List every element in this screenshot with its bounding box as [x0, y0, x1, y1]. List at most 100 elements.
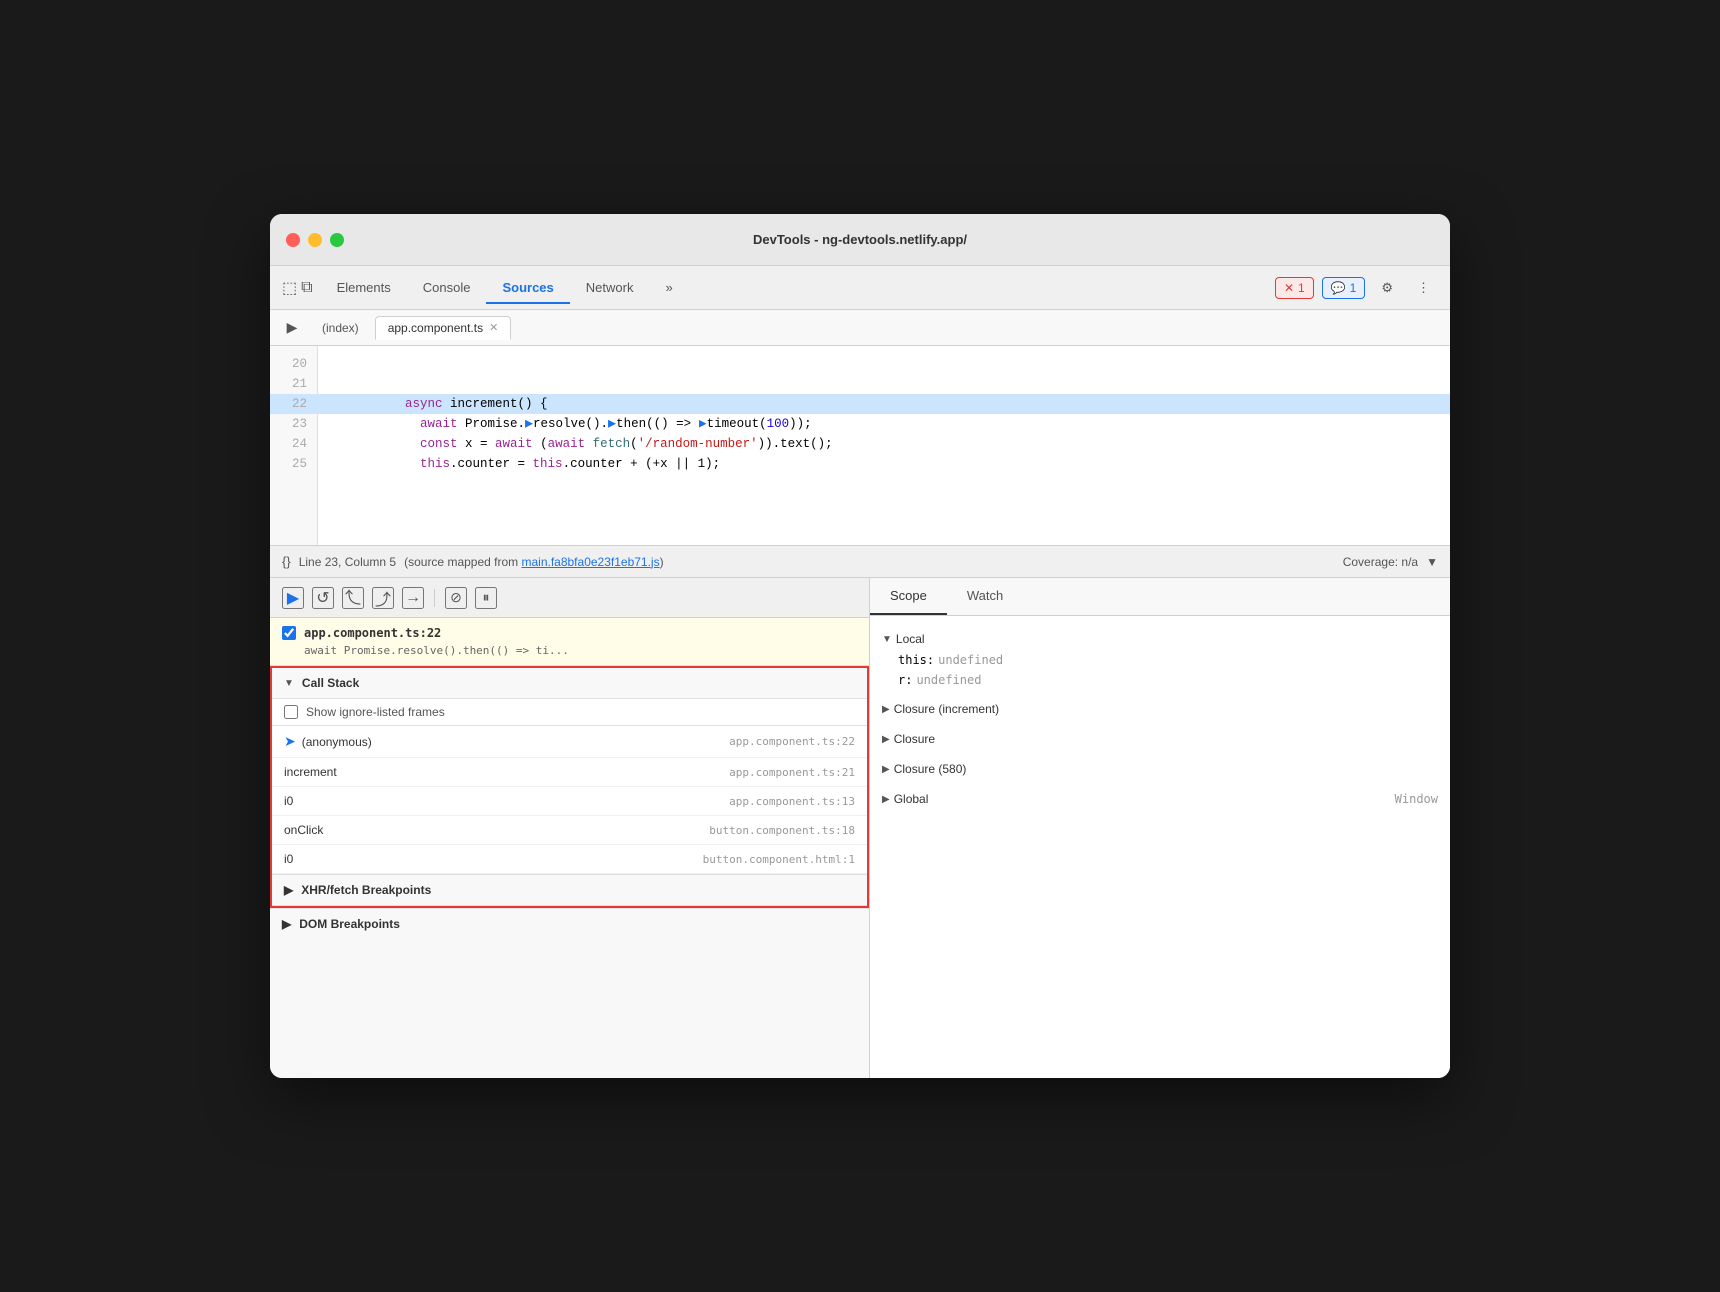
coverage-text: Coverage: n/a: [1343, 555, 1418, 569]
breakpoint-checkbox[interactable]: [282, 626, 296, 640]
maximize-button[interactable]: [330, 233, 344, 247]
global-arrow: ▶: [882, 794, 890, 805]
this-key: this:: [898, 653, 934, 667]
info-badge-button[interactable]: 💬 1: [1322, 277, 1366, 299]
closure-increment-label: Closure (increment): [894, 702, 999, 716]
scope-group-global: ▶ Global Window: [870, 784, 1450, 814]
right-panel: Scope Watch ▼ Local this: undefined: [870, 578, 1450, 1078]
call-stack-row-3[interactable]: onClick button.component.ts:18: [272, 816, 867, 845]
closure-580-label: Closure (580): [894, 762, 967, 776]
scope-global-header[interactable]: ▶ Global Window: [870, 788, 1450, 810]
file-tab-component[interactable]: app.component.ts ✕: [375, 316, 512, 340]
dom-bp-title: DOM Breakpoints: [299, 917, 400, 931]
scope-tabs: Scope Watch: [870, 578, 1450, 616]
tab-watch[interactable]: Watch: [947, 578, 1023, 615]
code-editor: 20 21 22 23 24 25 async increment() { aw…: [270, 346, 1450, 546]
call-stack-row-4[interactable]: i0 button.component.html:1: [272, 845, 867, 874]
info-count: 1: [1350, 281, 1357, 295]
source-map-link[interactable]: main.fa8bfa0e23f1eb71.js: [521, 555, 659, 569]
code-content[interactable]: async increment() { await Promise.resolv…: [318, 346, 1450, 545]
dom-bp-section: ▶ DOM Breakpoints: [270, 908, 869, 939]
tab-sources[interactable]: Sources: [486, 272, 569, 303]
xhr-arrow: ▶: [284, 883, 293, 897]
line-numbers: 20 21 22 23 24 25: [270, 346, 318, 545]
file-tabs: ▶ (index) app.component.ts ✕: [270, 310, 1450, 346]
file-tab-index[interactable]: (index): [310, 317, 371, 339]
line-num-25: 25: [270, 454, 317, 474]
ignore-frames-row: Show ignore-listed frames: [272, 699, 867, 726]
error-badge-button[interactable]: ✕ 1: [1275, 277, 1314, 299]
call-stack-title: Call Stack: [302, 676, 359, 690]
tab-elements[interactable]: Elements: [321, 272, 407, 303]
ignore-frames-label: Show ignore-listed frames: [306, 705, 445, 719]
resume-button[interactable]: ▶: [282, 587, 304, 609]
dom-bp-header[interactable]: ▶ DOM Breakpoints: [270, 909, 869, 939]
call-stack-row-2[interactable]: i0 app.component.ts:13: [272, 787, 867, 816]
pretty-print-icon[interactable]: {}: [282, 554, 291, 569]
scope-closure-580-header[interactable]: ▶ Closure (580): [870, 758, 1450, 780]
pause-on-exception-button[interactable]: ⏸: [475, 587, 497, 609]
call-stack-items: Show ignore-listed frames ➤ (anonymous) …: [272, 699, 867, 874]
cs-func-label-1: increment: [284, 765, 337, 779]
dom-bp-arrow: ▶: [282, 917, 291, 931]
call-stack-row-1[interactable]: increment app.component.ts:21: [272, 758, 867, 787]
breakpoint-code: await Promise.resolve().then(() => ti...: [282, 644, 857, 657]
main-toolbar: ⬚ ⧉ Elements Console Sources Network » ✕…: [270, 266, 1450, 310]
tab-console[interactable]: Console: [407, 272, 487, 303]
scope-item-this: this: undefined: [870, 650, 1450, 670]
file-tab-close[interactable]: ✕: [489, 321, 498, 334]
xhr-header[interactable]: ▶ XHR/fetch Breakpoints: [272, 875, 867, 906]
call-stack-arrow: ▼: [284, 678, 294, 689]
tab-more[interactable]: »: [649, 272, 688, 303]
more-button[interactable]: ⋮: [1409, 276, 1438, 300]
settings-button[interactable]: ⚙: [1373, 276, 1401, 300]
scope-closure-header[interactable]: ▶ Closure: [870, 728, 1450, 750]
scope-closure-increment-header[interactable]: ▶ Closure (increment): [870, 698, 1450, 720]
global-label: Global: [894, 792, 929, 806]
cs-file-0: app.component.ts:22: [729, 735, 855, 748]
r-val: undefined: [916, 673, 981, 687]
coverage-dropdown-icon[interactable]: ▼: [1426, 555, 1438, 569]
file-tab-index-label: (index): [322, 321, 359, 335]
devtools-window: DevTools - ng-devtools.netlify.app/ ⬚ ⧉ …: [270, 214, 1450, 1078]
cs-func-2: i0: [284, 794, 293, 808]
step-out-button[interactable]: ⤴: [372, 587, 394, 609]
tab-network[interactable]: Network: [570, 272, 650, 303]
deactivate-breakpoints-button[interactable]: ⊘: [445, 587, 467, 609]
cs-func-0: ➤ (anonymous): [284, 733, 372, 750]
cs-func-label-0: (anonymous): [302, 735, 372, 749]
step-button[interactable]: →: [402, 587, 424, 609]
tab-scope[interactable]: Scope: [870, 578, 947, 615]
cs-func-label-2: i0: [284, 794, 293, 808]
minimize-button[interactable]: [308, 233, 322, 247]
bp-header: app.component.ts:22: [282, 626, 857, 640]
scope-group-local-header[interactable]: ▼ Local: [870, 628, 1450, 650]
status-bar: {} Line 23, Column 5 (source mapped from…: [270, 546, 1450, 578]
gear-icon: ⚙: [1381, 280, 1393, 296]
call-stack-row-0[interactable]: ➤ (anonymous) app.component.ts:22: [272, 726, 867, 758]
local-arrow: ▼: [882, 634, 892, 645]
step-into-button[interactable]: ⤵: [342, 587, 364, 609]
scope-item-r: r: undefined: [870, 670, 1450, 690]
titlebar: DevTools - ng-devtools.netlify.app/: [270, 214, 1450, 266]
step-over-button[interactable]: ↺: [312, 587, 334, 609]
cs-func-label-4: i0: [284, 852, 293, 866]
xhr-title: XHR/fetch Breakpoints: [301, 883, 431, 897]
more-icon: ⋮: [1417, 280, 1430, 296]
toolbar-divider: [434, 589, 435, 607]
device-icon[interactable]: ⧉: [301, 279, 312, 297]
scope-group-local: ▼ Local this: undefined r: undefined: [870, 624, 1450, 694]
line-num-22: 22: [270, 394, 317, 414]
cs-func-4: i0: [284, 852, 293, 866]
cs-func-label-3: onClick: [284, 823, 323, 837]
inspect-icon[interactable]: ⬚: [282, 278, 297, 298]
call-stack-header[interactable]: ▼ Call Stack: [272, 668, 867, 699]
ignore-frames-checkbox[interactable]: [284, 705, 298, 719]
scope-content: ▼ Local this: undefined r: undefined: [870, 616, 1450, 1078]
close-button[interactable]: [286, 233, 300, 247]
toolbar-icons: ✕ 1 💬 1 ⚙ ⋮: [1275, 276, 1438, 300]
breakpoint-item: app.component.ts:22 await Promise.resolv…: [270, 618, 869, 666]
file-panel-toggle[interactable]: ▶: [278, 314, 306, 342]
chat-icon: 💬: [1331, 281, 1346, 295]
file-tab-component-label: app.component.ts: [388, 321, 483, 335]
